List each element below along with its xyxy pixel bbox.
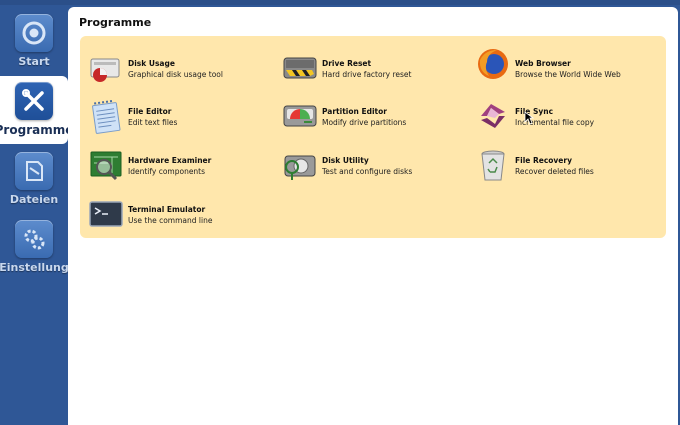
terminal-icon [88,196,124,232]
app-partition-editor[interactable]: Partition Editor Modify drive partitions [282,96,467,136]
app-file-editor[interactable]: File Editor Edit text files [88,96,273,136]
app-description: Edit text files [128,118,178,127]
file-sync-icon [475,98,511,134]
app-description: Recover deleted files [515,167,594,176]
app-drive-reset[interactable]: Drive Reset Hard drive factory reset [282,48,467,88]
app-name: File Editor [128,107,172,116]
app-web-browser[interactable]: Web Browser Browse the World Wide Web [475,44,660,84]
disk-usage-icon [88,50,124,86]
sidebar-item-programme[interactable]: Programme [0,76,73,144]
app-name: Hardware Examiner [128,156,212,165]
sidebar-item-einstellung[interactable]: Einstellung [0,214,69,282]
partition-editor-icon [282,98,318,134]
file-editor-icon [88,98,124,134]
app-terminal-emulator[interactable]: Terminal Emulator Use the command line [88,194,273,234]
start-icon [15,14,53,52]
app-description: Test and configure disks [322,167,413,176]
drive-reset-icon [282,50,318,86]
app-name: Disk Usage [128,59,175,68]
app-file-sync[interactable]: File Sync Incremental file copy [475,96,660,136]
apps-panel: Disk Usage Graphical disk usage tool Dri… [80,36,666,238]
page-title: Programme [79,16,152,29]
main-content: Programme Disk Usage Graphical disk usag… [68,7,678,425]
app-file-recovery[interactable]: File Recovery Recover deleted files [475,145,660,185]
sidebar-item-start[interactable]: Start [0,8,68,76]
app-description: Identify components [128,167,206,176]
app-disk-usage[interactable]: Disk Usage Graphical disk usage tool [88,48,273,88]
sidebar: Start Programme Dateien Einstellung [0,0,73,425]
disk-utility-icon [282,147,318,183]
web-browser-icon [475,46,511,82]
mouse-cursor-icon [524,111,534,125]
sidebar-item-label: Programme [0,123,74,137]
top-strip [0,0,680,5]
app-description: Modify drive partitions [322,118,407,127]
sidebar-item-label: Dateien [9,193,59,206]
app-name: Disk Utility [322,156,369,165]
gear-icon [15,220,53,258]
app-hardware-examiner[interactable]: Hardware Examiner Identify components [88,145,273,185]
app-description: Graphical disk usage tool [128,70,223,79]
app-description: Browse the World Wide Web [515,70,621,79]
app-description: Use the command line [128,216,213,225]
app-description: Hard drive factory reset [322,70,412,79]
sidebar-item-dateien[interactable]: Dateien [0,146,68,214]
app-name: Partition Editor [322,107,387,116]
app-name: File Recovery [515,156,572,165]
tools-icon [15,82,53,120]
app-name: Terminal Emulator [128,205,206,214]
app-name: File Sync [515,107,554,116]
app-name: Web Browser [515,59,571,68]
file-recovery-icon [475,147,511,183]
hardware-examiner-icon [88,147,124,183]
app-disk-utility[interactable]: Disk Utility Test and configure disks [282,145,467,185]
files-icon [15,152,53,190]
sidebar-item-label: Einstellung [0,261,69,274]
sidebar-item-label: Start [18,55,50,68]
app-name: Drive Reset [322,59,372,68]
